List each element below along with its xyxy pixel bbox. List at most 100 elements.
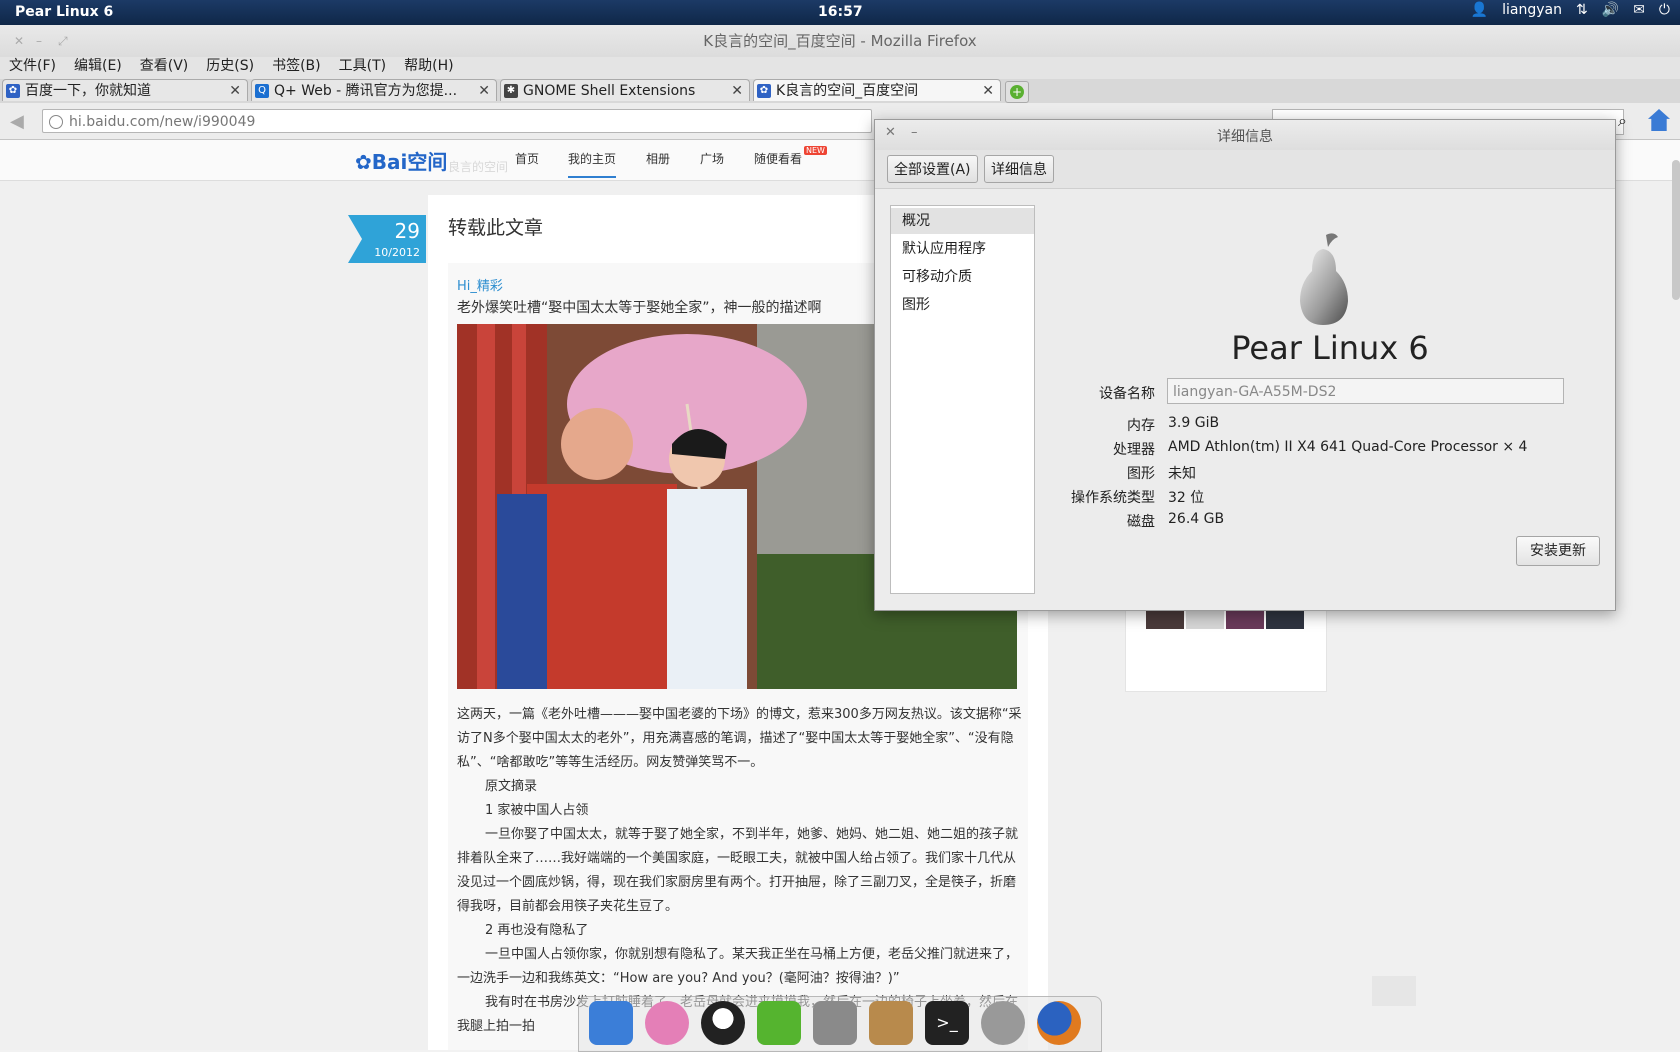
- all-settings-button[interactable]: 全部设置(A): [887, 155, 978, 183]
- visitor-thumbnails: [1125, 600, 1327, 692]
- menu-edit[interactable]: 编辑(E): [65, 57, 131, 79]
- article-paragraph: 这两天，一篇《老外吐槽———娶中国老婆的下场》的博文，惹来300多万网友热议。该…: [457, 707, 1022, 770]
- user-icon[interactable]: 👤: [1471, 2, 1488, 18]
- nav-album[interactable]: 相册: [646, 150, 670, 167]
- window-titlebar[interactable]: ✕ – ⤢ K良言的空间_百度空间 - Mozilla Firefox: [0, 25, 1680, 57]
- tab-close-icon[interactable]: ✕: [731, 80, 743, 101]
- nav-square[interactable]: 广场: [700, 150, 724, 167]
- details-sidebar: 概况 默认应用程序 可移动介质 图形: [890, 205, 1035, 594]
- nav-my-page[interactable]: 我的主页: [568, 150, 617, 178]
- details-button[interactable]: 详细信息: [984, 155, 1054, 183]
- article-paragraph: 一旦中国人占领你家，你就别想有隐私了。某天我正坐在马桶上方便，老岳父推门就进来了…: [457, 947, 1019, 986]
- tab-bar: ✿ 百度一下，你就知道 ✕ Q Q+ Web - 腾讯官方为您提... ✕ ✱ …: [0, 79, 1680, 104]
- terminal-dock-icon[interactable]: >_: [925, 1001, 969, 1045]
- feixin-dock-icon[interactable]: [757, 1001, 801, 1045]
- panel-username[interactable]: liangyan: [1502, 2, 1562, 18]
- system-settings-dock-icon[interactable]: [981, 1001, 1025, 1045]
- window-maximize-icon[interactable]: ⤢: [58, 25, 68, 57]
- menu-view[interactable]: 查看(V): [131, 57, 198, 79]
- new-tab-button[interactable]: +: [1005, 81, 1029, 103]
- tab-close-icon[interactable]: ✕: [982, 80, 994, 101]
- url-bar[interactable]: hi.baidu.com/new/i990049: [42, 109, 872, 133]
- article-paragraph: 原文摘录: [485, 779, 538, 794]
- tab-gnome-extensions[interactable]: ✱ GNOME Shell Extensions ✕: [500, 79, 750, 101]
- firefox-dock-icon[interactable]: [1037, 1001, 1081, 1045]
- qq-penguin-dock-icon[interactable]: [701, 1001, 745, 1045]
- menu-bar: 文件(F) 编辑(E) 查看(V) 历史(S) 书签(B) 工具(T) 帮助(H…: [0, 57, 1680, 79]
- article-title[interactable]: 老外爆笑吐槽“娶中国太太等于娶她全家”，神一般的描述啊: [457, 297, 822, 317]
- top-panel: Pear Linux 6 16:57 👤 liangyan ⇅ 🔊 ✉ ⏻: [0, 0, 1680, 25]
- menu-history[interactable]: 历史(S): [197, 57, 263, 79]
- os-name: Pear Linux 6: [1231, 329, 1429, 367]
- baidu-paw-icon: ✿: [757, 84, 771, 98]
- window-close-icon[interactable]: ✕: [14, 25, 24, 57]
- sidebar-item-removable-media[interactable]: 可移动介质: [891, 264, 1034, 290]
- file-manager-dock-icon[interactable]: [813, 1001, 857, 1045]
- tab-title: 百度一下，你就知道: [25, 83, 151, 99]
- sidebar-item-default-apps[interactable]: 默认应用程序: [891, 236, 1034, 262]
- post-day: 29: [394, 219, 420, 243]
- article-paragraph: 2 再也没有隐私了: [485, 923, 589, 938]
- nav-browse[interactable]: 随便看看: [754, 150, 802, 167]
- power-icon[interactable]: ⏻: [1659, 2, 1670, 18]
- volume-icon[interactable]: 🔊: [1602, 2, 1619, 18]
- tab-close-icon[interactable]: ✕: [478, 80, 490, 101]
- package-installer-dock-icon[interactable]: [869, 1001, 913, 1045]
- back-arrow-icon[interactable]: ◀: [10, 111, 24, 132]
- space-name: 良言的空间: [448, 160, 509, 174]
- tab-baidu-space[interactable]: ✿ K良言的空间_百度空间 ✕: [753, 79, 1001, 101]
- url-text: hi.baidu.com/new/i990049: [69, 114, 256, 130]
- baidu-paw-icon: ✿: [355, 150, 372, 174]
- article-paragraph: 1 家被中国人占领: [485, 803, 589, 818]
- post-month-year: 10/2012: [374, 246, 420, 259]
- processor-value: AMD Athlon(tm) II X4 641 Quad-Core Proce…: [1168, 439, 1528, 455]
- tab-baidu[interactable]: ✿ 百度一下，你就知道 ✕: [2, 79, 248, 101]
- panel-clock[interactable]: 16:57: [818, 4, 863, 20]
- tab-title: Q+ Web - 腾讯官方为您提...: [274, 83, 458, 99]
- nav-home[interactable]: 首页: [515, 150, 539, 167]
- os-type-label: 操作系统类型: [1071, 490, 1155, 506]
- dialog-titlebar[interactable]: ✕ – 详细信息: [875, 120, 1615, 150]
- plus-icon: +: [1010, 85, 1024, 99]
- sidebar-item-overview[interactable]: 概况: [891, 208, 1034, 234]
- mail-icon[interactable]: ✉: [1633, 2, 1645, 18]
- article-heading: 转载此文章: [448, 217, 544, 239]
- dialog-body: 概况 默认应用程序 可移动介质 图形 Pear Linux 6 设备名称 lia…: [875, 189, 1615, 610]
- tab-close-icon[interactable]: ✕: [229, 80, 241, 101]
- memory-label: 内存: [1127, 418, 1155, 434]
- tab-title: GNOME Shell Extensions: [523, 83, 696, 99]
- details-dialog: ✕ – 详细信息 全部设置(A) 详细信息 概况 默认应用程序 可移动介质 图形…: [874, 119, 1616, 611]
- processor-label: 处理器: [1113, 442, 1155, 458]
- baidu-space-logo[interactable]: ✿Bai空间: [355, 146, 447, 175]
- os-type-value: 32 位: [1168, 490, 1205, 506]
- menu-tools[interactable]: 工具(T): [330, 57, 395, 79]
- menu-bookmarks[interactable]: 书签(B): [263, 57, 330, 79]
- graphics-value: 未知: [1168, 466, 1196, 482]
- install-updates-button[interactable]: 安装更新: [1516, 536, 1600, 566]
- menu-help[interactable]: 帮助(H): [395, 57, 462, 79]
- memory-value: 3.9 GiB: [1168, 415, 1220, 431]
- tab-qq-web[interactable]: Q Q+ Web - 腾讯官方为您提... ✕: [251, 79, 497, 101]
- home-icon[interactable]: [1648, 109, 1670, 131]
- distro-menu[interactable]: Pear Linux 6: [15, 4, 113, 20]
- page-scrollbar[interactable]: [1672, 160, 1680, 300]
- back-to-top-button[interactable]: [1372, 976, 1416, 1006]
- menu-file[interactable]: 文件(F): [0, 57, 65, 79]
- pear-logo-icon: [1300, 233, 1348, 325]
- new-badge: NEW: [804, 146, 827, 155]
- device-name-field[interactable]: liangyan-GA-A55M-DS2: [1167, 378, 1564, 404]
- network-icon[interactable]: ⇅: [1576, 2, 1588, 18]
- device-name-label: 设备名称: [1099, 386, 1155, 402]
- disk-label: 磁盘: [1127, 514, 1155, 530]
- finder-dock-icon[interactable]: [589, 1001, 633, 1045]
- dialog-title: 详细信息: [1217, 129, 1273, 145]
- graphics-label: 图形: [1127, 466, 1155, 482]
- tab-title: K良言的空间_百度空间: [776, 83, 919, 99]
- article-paragraph: 一旦你娶了中国太太，就等于娶了她全家，不到半年，她爹、她妈、她二姐、她二姐的孩子…: [457, 827, 1019, 914]
- author-link[interactable]: Hi_精彩: [457, 275, 503, 294]
- sidebar-item-graphics[interactable]: 图形: [891, 292, 1034, 318]
- dialog-toolbar: 全部设置(A) 详细信息: [875, 150, 1615, 189]
- search-icon[interactable]: ⌕: [1618, 111, 1627, 131]
- music-player-dock-icon[interactable]: [645, 1001, 689, 1045]
- window-minimize-icon[interactable]: –: [36, 25, 42, 57]
